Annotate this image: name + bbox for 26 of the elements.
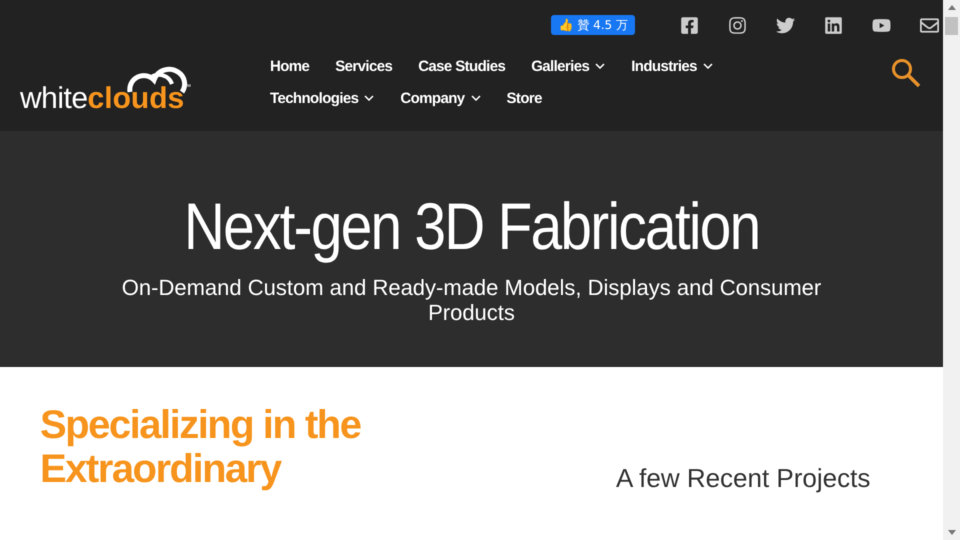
chevron-down-icon bbox=[364, 95, 374, 101]
facebook-icon[interactable] bbox=[679, 16, 699, 34]
twitter-icon[interactable] bbox=[775, 16, 795, 34]
nav-link[interactable]: Company bbox=[400, 86, 481, 110]
scrollbar-thumb[interactable] bbox=[945, 17, 958, 35]
scroll-down-icon[interactable] bbox=[948, 530, 956, 535]
chevron-down-icon bbox=[470, 95, 481, 101]
nav-link[interactable]: Store bbox=[506, 86, 542, 110]
mail-icon[interactable] bbox=[919, 16, 939, 34]
scrollbar[interactable] bbox=[943, 0, 960, 540]
nav-link[interactable]: Galleries bbox=[531, 54, 606, 78]
chevron-down-icon bbox=[595, 63, 606, 69]
nav-link[interactable]: Services bbox=[335, 54, 392, 78]
section-heading: Specializing in the Extraordinary bbox=[40, 403, 362, 493]
linkedin-icon[interactable] bbox=[823, 16, 843, 34]
nav-link[interactable]: Technologies bbox=[270, 86, 374, 110]
projects-heading: A few Recent Projects bbox=[616, 463, 870, 495]
scroll-up-icon[interactable] bbox=[948, 5, 956, 10]
instagram-icon[interactable] bbox=[727, 16, 747, 34]
nav-link[interactable]: Home bbox=[270, 54, 310, 78]
like-button[interactable]: 👍 贊 4.5 万 bbox=[551, 15, 635, 35]
nav-link[interactable]: Industries bbox=[631, 54, 713, 78]
search-icon[interactable] bbox=[891, 58, 921, 88]
chevron-down-icon bbox=[702, 63, 713, 69]
hero-subtitle: On-Demand Custom and Ready-made Models, Displays and Consumer Products bbox=[120, 275, 822, 325]
nav-link[interactable]: Case Studies bbox=[418, 54, 506, 78]
